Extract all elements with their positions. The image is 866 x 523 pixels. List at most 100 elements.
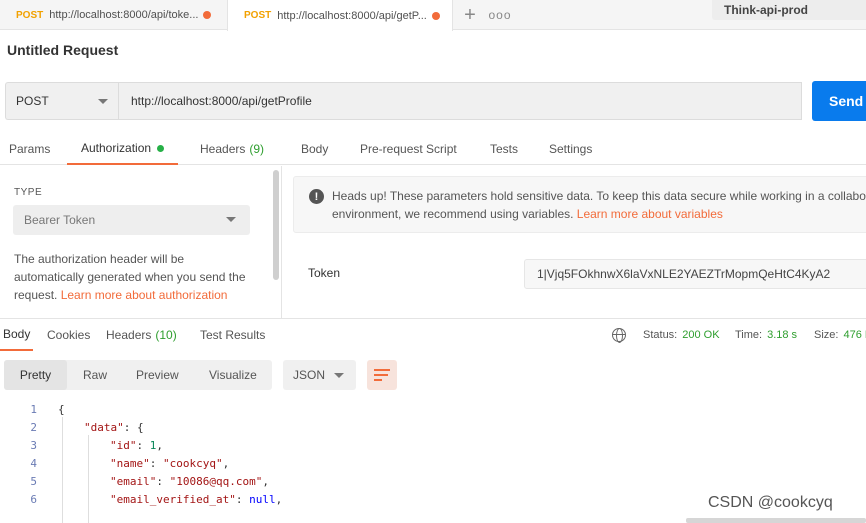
auth-type-select[interactable]: Bearer Token — [13, 205, 250, 235]
json-key: "data" — [84, 421, 124, 434]
view-mode-group: Pretty Raw Preview Visualize — [4, 360, 272, 390]
notice-line-2: environment, we recommend using variable… — [332, 205, 866, 223]
json-key: "email" — [110, 475, 157, 488]
json-key: "name" — [110, 457, 150, 470]
request-title[interactable]: Untitled Request — [7, 42, 118, 58]
new-tab-plus-icon[interactable]: + — [457, 0, 483, 30]
sensitive-data-notice: ! Heads up! These parameters hold sensit… — [293, 176, 866, 233]
pretty-button[interactable]: Pretty — [4, 360, 67, 390]
scrollbar[interactable] — [273, 170, 279, 280]
json-punct: : { — [123, 421, 144, 434]
token-label: Token — [308, 266, 341, 280]
learn-more-variables-link[interactable]: Learn more about variables — [577, 207, 723, 221]
wrap-lines-icon[interactable] — [367, 360, 397, 390]
preview-button[interactable]: Preview — [136, 360, 179, 390]
tab-url: http://localhost:8000/api/toke... — [49, 9, 199, 21]
json-punct: , — [222, 457, 230, 470]
tab-label: Headers — [106, 328, 152, 342]
status-label: Status: — [643, 329, 678, 341]
horizontal-scrollbar[interactable] — [686, 518, 866, 523]
chevron-down-icon — [226, 217, 236, 222]
tab-label: Authorization — [81, 141, 152, 155]
json-key: "email_verified_at" — [110, 493, 236, 506]
json-value: "cookcyq" — [163, 457, 223, 470]
json-key: "id" — [110, 439, 137, 452]
learn-more-authorization-link[interactable]: Learn more about authorization — [61, 288, 228, 302]
unsaved-dot-icon — [203, 11, 212, 19]
notice-line-1: Heads up! These parameters hold sensitiv… — [332, 189, 866, 203]
time-stat: Time: 3.18 s — [735, 319, 797, 351]
tab-authorization[interactable]: Authorization — [67, 133, 179, 165]
tab-url: http://localhost:8000/api/getP... — [277, 9, 427, 22]
format-value: JSON — [293, 368, 326, 382]
warning-icon: ! — [309, 189, 324, 204]
json-punct: : — [136, 439, 150, 452]
line-number: 5 — [30, 475, 37, 488]
unsaved-dot-icon — [431, 11, 440, 20]
size-value: 476 B — [843, 329, 866, 341]
time-label: Time: — [735, 329, 763, 341]
visualize-button[interactable]: Visualize — [209, 360, 257, 390]
json-punct: : — [149, 457, 163, 470]
json-punct: , — [156, 439, 163, 452]
environment-selector[interactable]: Think-api-prod — [712, 0, 866, 20]
json-punct: , — [275, 493, 283, 506]
json-value: "10086@qq.com" — [169, 475, 263, 488]
tab-bar: POST http://localhost:8000/api/toke... P… — [0, 0, 866, 31]
auth-type-panel: TYPE Bearer Token The authorization head… — [0, 166, 282, 318]
code-line: "id": 1, — [110, 439, 163, 452]
format-select[interactable]: JSON — [283, 360, 356, 390]
response-tabs: Body Cookies Headers (10) Test Results S… — [0, 318, 866, 351]
json-value: null — [249, 493, 276, 506]
response-tab-test-results[interactable]: Test Results — [200, 319, 265, 351]
watermark: CSDN @cookcyq — [708, 494, 833, 511]
chevron-down-icon — [98, 99, 108, 104]
response-tab-headers[interactable]: Headers (10) — [106, 319, 177, 351]
line-number: 1 — [30, 403, 37, 416]
method-select[interactable]: POST — [5, 82, 118, 120]
tab-method: POST — [16, 9, 44, 21]
auth-description: The authorization header will be automat… — [14, 250, 254, 304]
raw-button[interactable]: Raw — [83, 360, 107, 390]
token-input[interactable]: 1|Vjq5FOkhnwX6laVxNLE2YAEZTrMopmQeHtC4Ky… — [524, 259, 866, 289]
code-line: "name": "cookcyq", — [110, 457, 229, 470]
globe-icon[interactable] — [612, 328, 626, 343]
line-number: 6 — [30, 493, 37, 506]
response-tab-cookies[interactable]: Cookies — [47, 319, 90, 351]
tab-method: POST — [244, 10, 272, 21]
request-tab-1[interactable]: POST http://localhost:8000/api/toke... — [0, 0, 226, 30]
status-value: 200 OK — [682, 329, 720, 341]
code-text: { — [58, 403, 65, 416]
url-input[interactable]: http://localhost:8000/api/getProfile — [118, 82, 802, 120]
tab-settings[interactable]: Settings — [549, 133, 592, 165]
tab-headers[interactable]: Headers (9) — [200, 133, 264, 165]
line-number: 4 — [30, 457, 37, 470]
tab-params[interactable]: Params — [9, 133, 50, 165]
time-value: 3.18 s — [767, 329, 798, 341]
response-tab-body[interactable]: Body — [0, 319, 34, 351]
send-button[interactable]: Send — [812, 81, 866, 121]
more-tabs-icon[interactable]: ooo — [487, 0, 513, 30]
tab-prerequest-script[interactable]: Pre-request Script — [360, 133, 457, 165]
tab-body[interactable]: Body — [301, 133, 328, 165]
headers-count: (9) — [249, 142, 265, 156]
tab-tests[interactable]: Tests — [490, 133, 518, 165]
method-value: POST — [16, 94, 49, 108]
json-punct: , — [262, 475, 269, 488]
size-stat: Size: 476 B — [814, 319, 866, 351]
request-tab-2[interactable]: POST http://localhost:8000/api/getP... — [227, 0, 453, 31]
notice-text: Heads up! These parameters hold sensitiv… — [332, 187, 866, 223]
auth-type-value: Bearer Token — [24, 213, 96, 227]
response-headers-count: (10) — [155, 328, 177, 342]
request-tabs: Params Authorization Headers (9) Body Pr… — [0, 133, 866, 165]
code-line: "email_verified_at": null, — [110, 493, 282, 506]
json-punct: : — [156, 475, 170, 488]
code-line: "data": { — [84, 421, 144, 434]
notice-line-2-text: environment, we recommend using variable… — [332, 207, 577, 221]
tab-label: Headers — [200, 142, 246, 156]
json-punct: : — [235, 493, 250, 506]
line-number: 3 — [30, 439, 37, 452]
line-number: 2 — [30, 421, 37, 434]
code-line: { — [58, 403, 65, 416]
size-label: Size: — [814, 329, 839, 341]
